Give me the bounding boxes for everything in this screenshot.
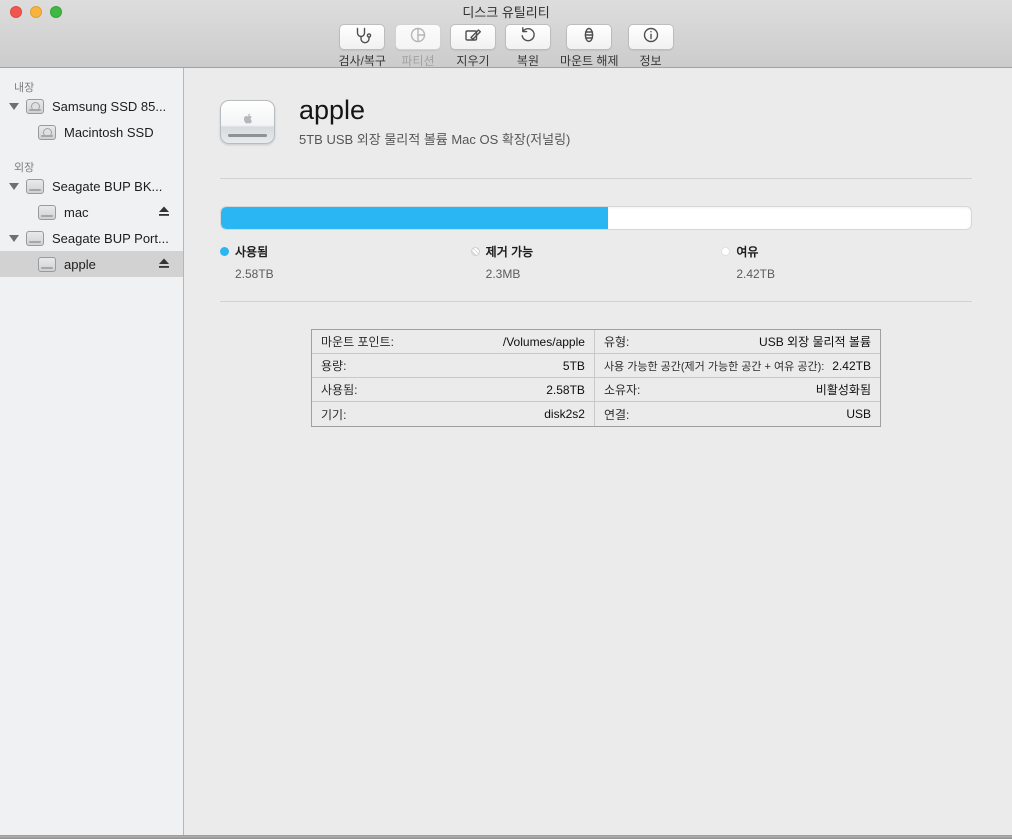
first-aid-label: 검사/복구: [338, 52, 386, 69]
external-drive-icon: [220, 100, 275, 144]
toolbar: 검사/복구 파티션 지우기 복원 마운트 해제: [0, 22, 1012, 68]
legend-label: 여유: [736, 243, 758, 260]
minimize-button[interactable]: [30, 6, 42, 18]
zoom-button[interactable]: [50, 6, 62, 18]
sidebar-item-mac[interactable]: mac: [0, 199, 183, 225]
restore-label: 복원: [517, 52, 539, 69]
erase-icon: [463, 25, 483, 50]
divider: [220, 301, 972, 302]
detail-row-used: 사용됨: 2.58TB: [312, 378, 594, 402]
restore-icon: [518, 25, 538, 50]
sidebar-item-apple[interactable]: apple: [0, 251, 183, 277]
sidebar-item-seagate-bup-bk[interactable]: Seagate BUP BK...: [0, 173, 183, 199]
legend-label: 사용됨: [235, 243, 268, 260]
sidebar-item-label: apple: [64, 257, 96, 272]
legend-value: 2.3MB: [486, 267, 722, 281]
partition-button[interactable]: 파티션: [395, 24, 441, 69]
sidebar-item-samsung-ssd[interactable]: Samsung SSD 85...: [0, 93, 183, 119]
traffic-lights: [10, 6, 62, 18]
window-chrome: 디스크 유틸리티 검사/복구 파티션 지우기 복원: [0, 0, 1012, 68]
detail-row-mount-point: 마운트 포인트: /Volumes/apple: [312, 330, 594, 354]
legend-value: 2.58TB: [235, 267, 471, 281]
close-button[interactable]: [10, 6, 22, 18]
disclosure-triangle-icon[interactable]: [9, 103, 19, 110]
window-bottom-edge: [0, 835, 1012, 839]
legend-label: 제거 가능: [486, 243, 534, 260]
disk-icon: [38, 205, 56, 220]
used-swatch-icon: [220, 247, 229, 256]
usage-bar: [220, 206, 972, 230]
sidebar-section-external: 외장: [0, 155, 183, 173]
disclosure-triangle-icon[interactable]: [9, 235, 19, 242]
sidebar-item-seagate-bup-port[interactable]: Seagate BUP Port...: [0, 225, 183, 251]
eject-icon[interactable]: [158, 206, 170, 217]
sidebar: 내장 Samsung SSD 85... Macintosh SSD 외장 Se…: [0, 68, 184, 835]
main-pane: apple 5TB USB 외장 물리적 볼륨 Mac OS 확장(저널링) 사…: [184, 68, 1012, 835]
sidebar-item-label: Macintosh SSD: [64, 125, 154, 140]
erase-button[interactable]: 지우기: [450, 24, 496, 69]
unmount-icon: [579, 25, 599, 50]
detail-row-connection: 연결: USB: [595, 402, 880, 426]
erase-label: 지우기: [456, 52, 489, 69]
usage-bar-used: [221, 207, 608, 229]
sidebar-item-label: Seagate BUP BK...: [52, 179, 162, 194]
legend-value: 2.42TB: [736, 267, 972, 281]
detail-row-capacity: 용량: 5TB: [312, 354, 594, 378]
volume-header: apple 5TB USB 외장 물리적 볼륨 Mac OS 확장(저널링): [220, 94, 972, 150]
free-swatch-icon: [721, 247, 730, 256]
window-title: 디스크 유틸리티: [462, 2, 549, 21]
sidebar-item-label: Seagate BUP Port...: [52, 231, 169, 246]
sidebar-item-macintosh-ssd[interactable]: Macintosh SSD: [0, 119, 183, 145]
restore-button[interactable]: 복원: [505, 24, 551, 69]
eject-icon[interactable]: [158, 258, 170, 269]
disk-icon: [38, 125, 56, 140]
first-aid-button[interactable]: 검사/복구: [338, 24, 386, 69]
volume-title: apple: [299, 96, 570, 126]
detail-row-available: 사용 가능한 공간(제거 가능한 공간 + 여유 공간): 2.42TB: [595, 354, 880, 378]
details-left-column: 마운트 포인트: /Volumes/apple 용량: 5TB 사용됨: 2.5…: [312, 330, 595, 426]
sidebar-section-internal: 내장: [0, 75, 183, 93]
detail-row-device: 기기: disk2s2: [312, 402, 594, 426]
legend-item-used: 사용됨 2.58TB: [220, 243, 471, 281]
info-label: 정보: [639, 52, 661, 69]
sidebar-item-label: Samsung SSD 85...: [52, 99, 166, 114]
details-right-column: 유형: USB 외장 물리적 볼륨 사용 가능한 공간(제거 가능한 공간 + …: [595, 330, 880, 426]
disclosure-triangle-icon[interactable]: [9, 183, 19, 190]
divider: [220, 178, 972, 179]
unmount-label: 마운트 해제: [560, 52, 619, 69]
unmount-button[interactable]: 마운트 해제: [560, 24, 619, 69]
disk-icon: [26, 179, 44, 194]
partition-label: 파티션: [401, 52, 434, 69]
disk-icon: [26, 99, 44, 114]
sidebar-item-label: mac: [64, 205, 89, 220]
titlebar: 디스크 유틸리티: [0, 0, 1012, 22]
detail-row-type: 유형: USB 외장 물리적 볼륨: [595, 330, 880, 354]
legend-item-purgeable: 제거 가능 2.3MB: [471, 243, 722, 281]
partition-icon: [408, 25, 428, 50]
info-button[interactable]: 정보: [628, 24, 674, 69]
first-aid-icon: [352, 25, 372, 50]
usage-legend: 사용됨 2.58TB 제거 가능 2.3MB 여유 2.42TB: [220, 243, 972, 281]
details-table: 마운트 포인트: /Volumes/apple 용량: 5TB 사용됨: 2.5…: [311, 329, 881, 427]
info-icon: [641, 25, 661, 50]
legend-item-free: 여유 2.42TB: [721, 243, 972, 281]
disk-icon: [38, 257, 56, 272]
disk-icon: [26, 231, 44, 246]
purgeable-swatch-icon: [471, 247, 480, 256]
volume-subtitle: 5TB USB 외장 물리적 볼륨 Mac OS 확장(저널링): [299, 129, 570, 148]
detail-row-owners: 소유자: 비활성화됨: [595, 378, 880, 402]
